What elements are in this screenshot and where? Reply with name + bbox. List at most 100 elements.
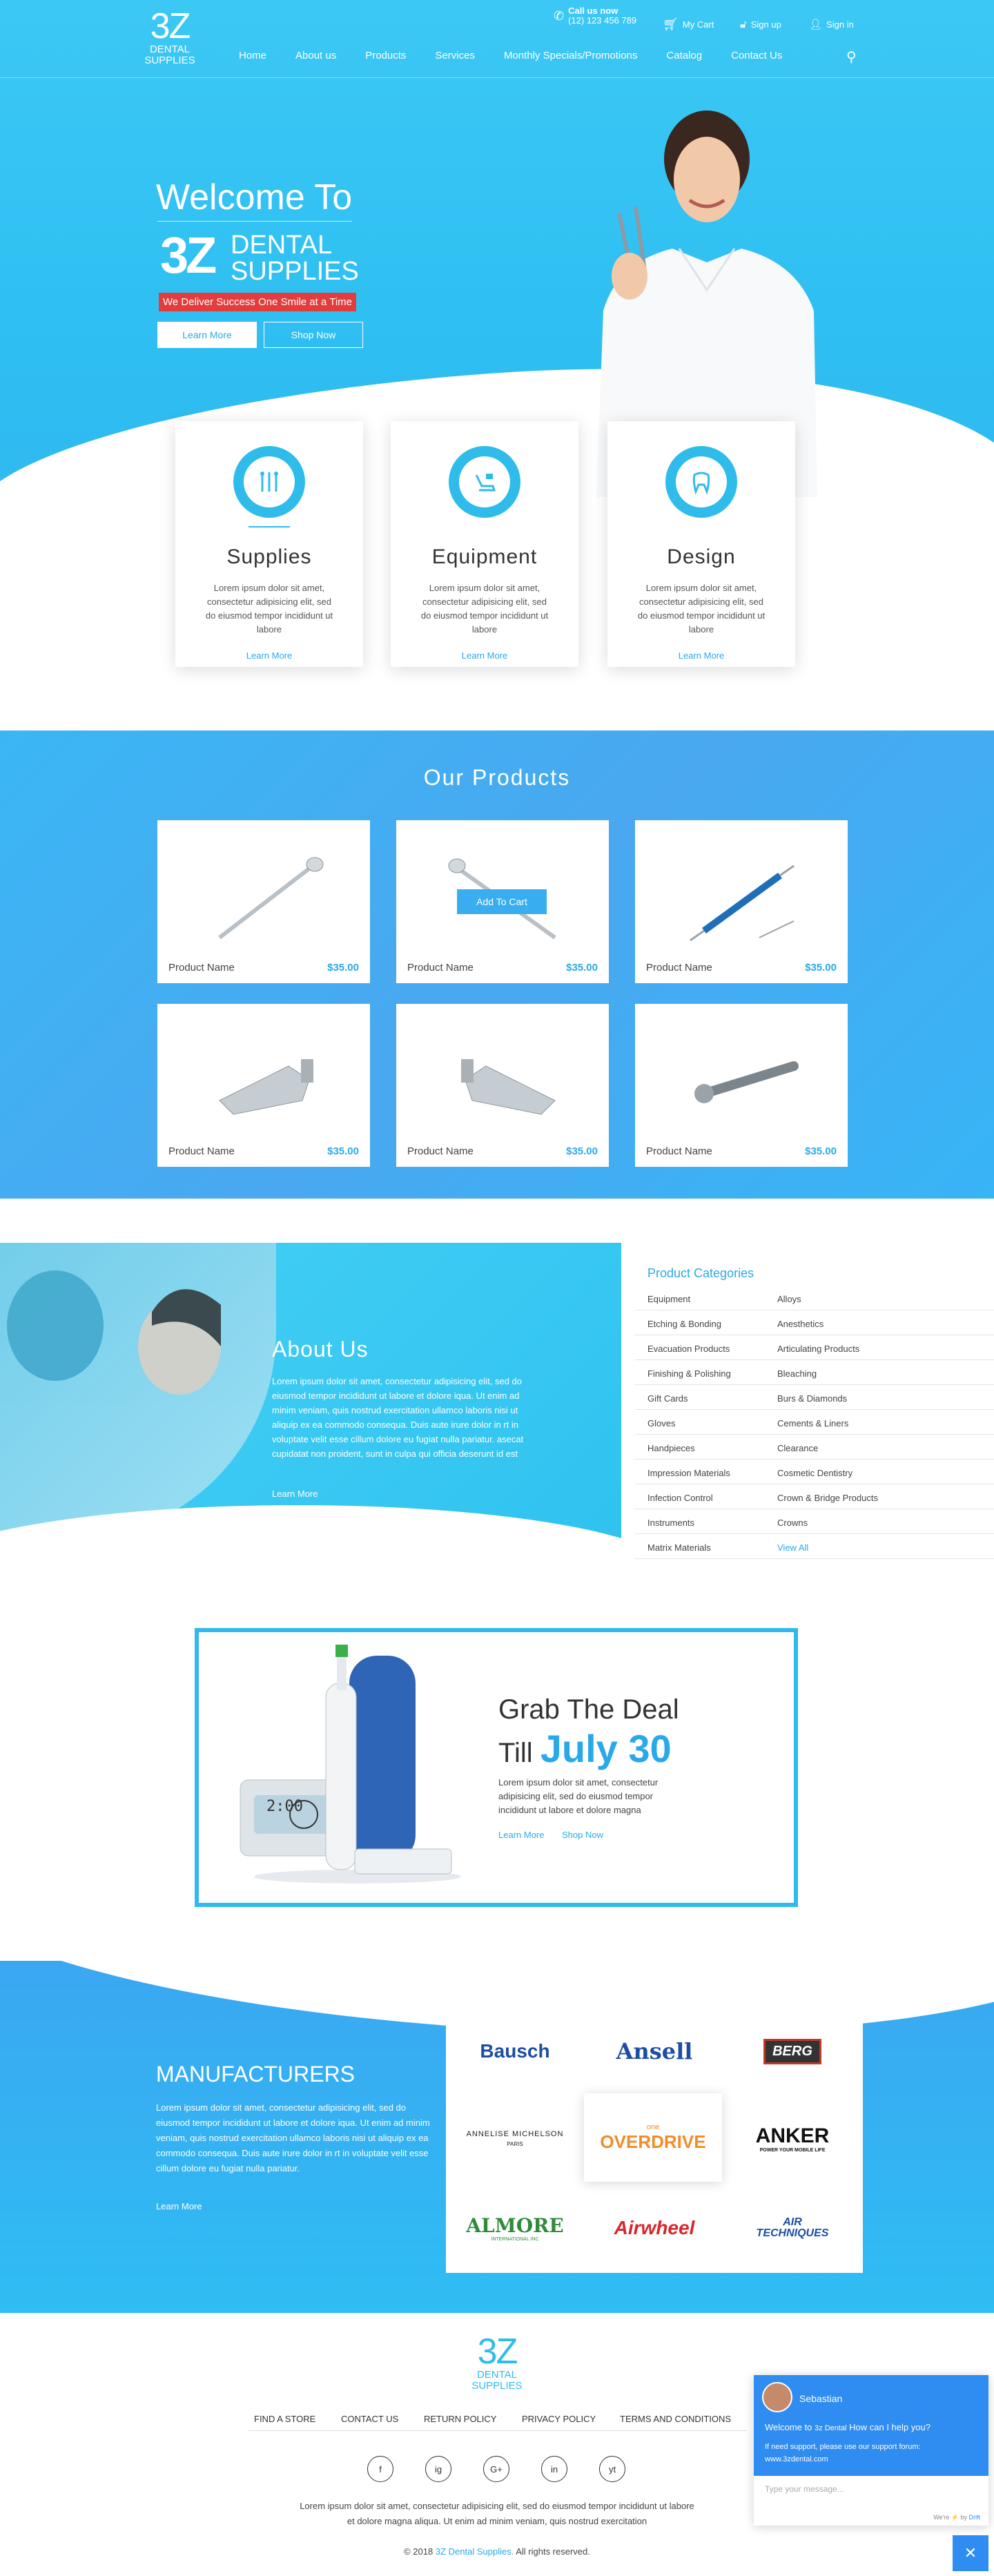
deal-shop-now-link[interactable]: Shop Now: [562, 1830, 603, 1840]
logo-anker[interactable]: ANKER POWER YOUR MOBILE LIFE: [730, 2100, 855, 2176]
category-link[interactable]: Burs & Diamonds: [777, 1393, 847, 1404]
nav-services[interactable]: Services: [435, 50, 475, 61]
view-all-link[interactable]: View All: [777, 1542, 808, 1553]
call-us[interactable]: ✆ Call us now (12) 123 456 789: [554, 6, 636, 26]
site-logo[interactable]: 3Z DENTAL SUPPLIES: [128, 8, 211, 66]
product-card[interactable]: Product Name $35.00: [396, 1004, 609, 1167]
footer-link-privacy[interactable]: PRIVACY POLICY: [522, 2414, 596, 2424]
sign-in-link[interactable]: 👤︎ Sign in: [809, 14, 854, 35]
logo-bausch[interactable]: Bausch: [453, 2013, 577, 2089]
deal-learn-more-link[interactable]: Learn More: [498, 1830, 544, 1840]
chat-welcome: Welcome to 3z Dental How can I help you?: [765, 2422, 930, 2432]
facebook-icon[interactable]: f: [367, 2456, 393, 2482]
category-link[interactable]: Articulating Products: [777, 1344, 859, 1354]
hero-learn-more-button[interactable]: Learn More: [157, 322, 257, 348]
product-card[interactable]: Product Name $35.00: [157, 820, 370, 983]
card-learn-more-link[interactable]: Learn More: [607, 650, 795, 661]
nav-home[interactable]: Home: [239, 50, 266, 61]
logo-airwheel[interactable]: Airwheel: [592, 2190, 717, 2266]
chat-url[interactable]: www.3zdental.com: [765, 2455, 828, 2463]
footer-link-terms[interactable]: TERMS AND CONDITIONS: [620, 2414, 731, 2424]
category-link[interactable]: Equipment: [647, 1294, 690, 1304]
category-link[interactable]: Crowns: [777, 1518, 808, 1528]
cart-icon: 🛒︎: [663, 17, 679, 31]
anker-sub: POWER YOUR MOBILE LIFE: [759, 2147, 826, 2153]
footer-link-contact[interactable]: CONTACT US: [341, 2414, 398, 2424]
product-name: Product Name: [646, 962, 712, 974]
product-card[interactable]: Product Name $35.00: [157, 1004, 370, 1167]
my-cart-link[interactable]: 🛒︎ My Cart: [663, 14, 714, 35]
logo-air-techniques[interactable]: AIR TECHNIQUES: [730, 2190, 855, 2266]
category-link[interactable]: Handpieces: [647, 1443, 695, 1453]
category-link[interactable]: Bleaching: [777, 1368, 817, 1379]
sign-up-link[interactable]: 🔓︎ Sign up: [740, 14, 781, 35]
logo-overdrive[interactable]: one OVERDRIVE: [584, 2093, 722, 2182]
chat-close-button[interactable]: ✕: [953, 2535, 988, 2571]
category-link[interactable]: Matrix Materials: [647, 1542, 711, 1553]
instagram-icon[interactable]: ig: [425, 2456, 451, 2482]
logo-almore[interactable]: ALMORE INTERNATIONAL INC: [453, 2190, 577, 2266]
product-card[interactable]: Product Name $35.00: [635, 1004, 848, 1167]
category-link[interactable]: Impression Materials: [647, 1468, 730, 1478]
deal-headline: Grab The Deal: [498, 1694, 679, 1725]
card-title: Supplies: [226, 545, 312, 568]
chat-message-input[interactable]: Type your message...: [765, 2484, 844, 2494]
nav-about[interactable]: About us: [295, 50, 336, 61]
category-link[interactable]: Crown & Bridge Products: [777, 1493, 878, 1503]
category-link[interactable]: Evacuation Products: [647, 1344, 730, 1354]
footer-logo[interactable]: 3Z DENTAL SUPPLIES: [458, 2334, 536, 2392]
footer-link-find-store[interactable]: FIND A STORE: [254, 2414, 315, 2424]
card-learn-more-link[interactable]: Learn More: [175, 650, 363, 661]
search-icon[interactable]: ⚲: [846, 48, 857, 66]
manufacturers-text: Lorem ipsum dolor sit amet, consectetur …: [156, 2102, 430, 2173]
product-card[interactable]: Add To Cart Product Name $35.00: [396, 820, 609, 983]
copyright-brand[interactable]: 3Z Dental Supplies.: [436, 2546, 514, 2557]
hero-welcome: Welcome To: [156, 177, 353, 217]
category-link[interactable]: Cosmetic Dentistry: [777, 1468, 852, 1478]
category-link[interactable]: Gift Cards: [647, 1393, 688, 1404]
google-plus-icon[interactable]: G+: [483, 2456, 509, 2482]
category-link[interactable]: Cements & Liners: [777, 1418, 848, 1429]
category-link[interactable]: Finishing & Polishing: [647, 1368, 731, 1379]
phone-number: (12) 123 456 789: [568, 15, 637, 26]
sign-in-label: Sign in: [826, 19, 854, 30]
copyright: © 2018 3Z Dental Supplies. All rights re…: [0, 2546, 994, 2557]
logo-berg[interactable]: BERG: [730, 2013, 855, 2089]
category-link[interactable]: Alloys: [777, 1294, 801, 1304]
category-row: Equipment Alloys: [635, 1286, 994, 1310]
product-name: Product Name: [407, 1145, 474, 1157]
about-title: About Us: [272, 1337, 369, 1362]
copyright-prefix: © 2018: [404, 2546, 433, 2557]
category-link[interactable]: Infection Control: [647, 1493, 713, 1503]
products-section: Our Products Product Name $35.00 Add To …: [0, 730, 994, 1199]
product-card[interactable]: Product Name $35.00: [635, 820, 848, 983]
linkedin-icon[interactable]: in: [541, 2456, 567, 2482]
nav-specials[interactable]: Monthly Specials/Promotions: [504, 50, 637, 61]
chat-powered-brand[interactable]: Drift: [969, 2514, 981, 2521]
category-link[interactable]: Etching & Bonding: [647, 1319, 721, 1329]
about-learn-more-link[interactable]: Learn More: [272, 1489, 318, 1499]
category-link[interactable]: Anesthetics: [777, 1319, 824, 1329]
manufacturers-learn-more-link[interactable]: Learn More: [156, 2201, 202, 2211]
card-text: Lorem ipsum dolor sit amet, consectetur …: [205, 583, 333, 635]
category-row: Handpieces Clearance: [635, 1435, 994, 1460]
logo-ansell[interactable]: Ansell: [592, 2013, 717, 2089]
mirror-instrument-image: [218, 857, 324, 940]
call-label: Call us now: [568, 6, 618, 16]
nav-catalog[interactable]: Catalog: [666, 50, 702, 61]
category-link[interactable]: Gloves: [647, 1418, 675, 1429]
about-wave: [0, 1505, 621, 1581]
category-row: Impression Materials Cosmetic Dentistry: [635, 1460, 994, 1484]
nav-products[interactable]: Products: [365, 50, 406, 61]
nav-contact[interactable]: Contact Us: [731, 50, 782, 61]
youtube-icon[interactable]: yt: [599, 2456, 625, 2482]
product-name: Product Name: [646, 1145, 712, 1157]
add-to-cart-button[interactable]: Add To Cart: [457, 889, 547, 914]
footer-link-return-policy[interactable]: RETURN POLICY: [424, 2414, 496, 2424]
logo-annelise[interactable]: ANNELISE MICHELSON PARIS: [453, 2100, 577, 2176]
category-link[interactable]: Clearance: [777, 1443, 818, 1453]
card-learn-more-link[interactable]: Learn More: [391, 650, 578, 661]
hero-shop-now-button[interactable]: Shop Now: [264, 322, 363, 348]
deal-text: Lorem ipsum dolor sit amet, consectetur …: [498, 1777, 659, 1815]
category-link[interactable]: Instruments: [647, 1518, 694, 1528]
